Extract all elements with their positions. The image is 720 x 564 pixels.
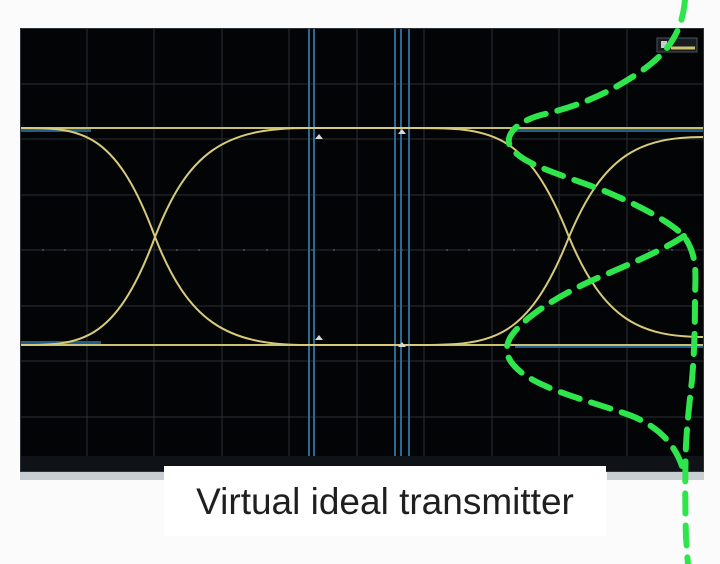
grid-dot [42, 249, 44, 251]
grid-dot [198, 249, 200, 251]
grid-dot [311, 249, 313, 251]
virtual-ideal-transmitter-caption: Virtual ideal transmitter [196, 480, 574, 522]
arrow-bottom-left [315, 335, 323, 340]
grid-dot [671, 249, 673, 251]
grid-dot [581, 249, 583, 251]
bottom-left-status-bar [20, 472, 165, 480]
grid-dot [468, 249, 470, 251]
eye-curve-down-left [21, 127, 308, 346]
trigger-markers [21, 128, 703, 348]
grid-dot [64, 249, 66, 251]
scope-grid [21, 29, 703, 471]
grid-dot [243, 249, 245, 251]
grid-dot [513, 249, 515, 251]
grid-dot [131, 249, 133, 251]
grid-dot [109, 249, 111, 251]
eye-curve-up-left [21, 127, 308, 346]
grid-dot [333, 249, 335, 251]
eye-diagram-display [21, 29, 703, 471]
grid-dot [176, 249, 178, 251]
bottom-right-status-bar [607, 472, 704, 480]
oscilloscope-display [20, 28, 704, 472]
grid-dot [446, 249, 448, 251]
grid-dot [603, 249, 605, 251]
eye-traces [21, 126, 703, 347]
arrow-top-right [398, 129, 406, 134]
caption-box: Virtual ideal transmitter [164, 466, 606, 536]
grid-dot [378, 249, 380, 251]
grid-dot [536, 249, 538, 251]
top-right-indicator [656, 37, 698, 53]
marker-arrows [315, 129, 406, 347]
grid-dot [648, 249, 650, 251]
grid-dot [266, 249, 268, 251]
arrow-top-left [315, 134, 323, 139]
indicator-small-icon [661, 41, 667, 48]
